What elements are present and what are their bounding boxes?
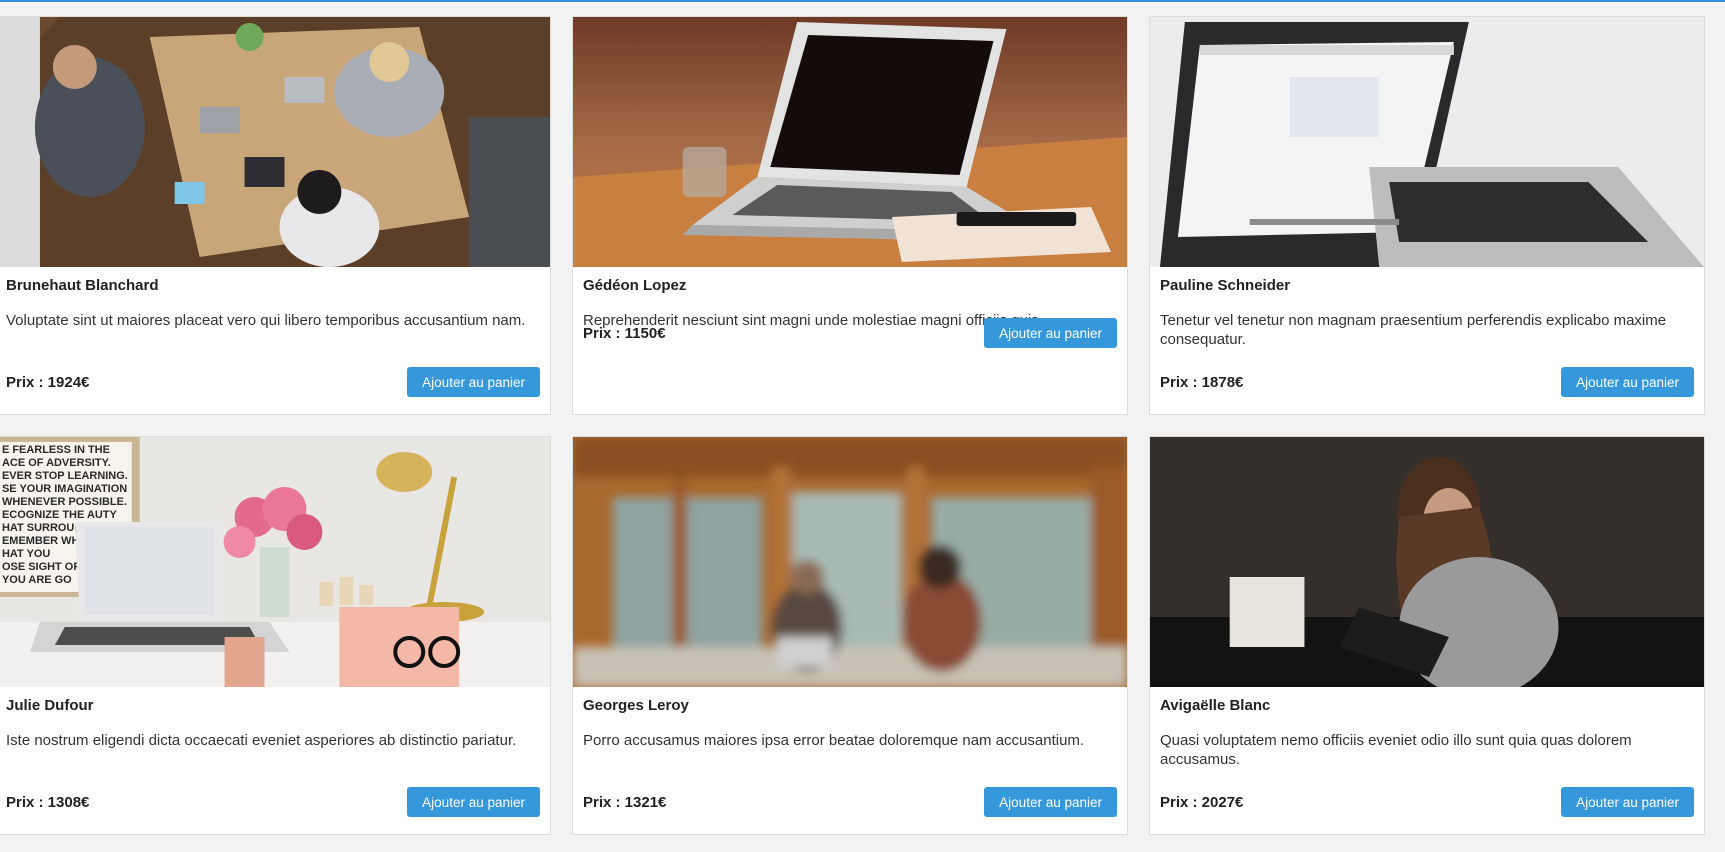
product-image-white-laptop[interactable] xyxy=(1150,17,1704,267)
product-name: Avigaëlle Blanc xyxy=(1160,697,1271,714)
add-to-cart-button[interactable]: Ajouter au panier xyxy=(984,787,1117,817)
add-to-cart-button[interactable]: Ajouter au panier xyxy=(407,367,540,397)
product-price: Prix : 1924€ xyxy=(6,373,90,391)
top-accent-bar xyxy=(0,0,1725,2)
product-image-laptop-on-desk[interactable] xyxy=(573,17,1127,267)
poster-text-line: WHENEVER POSSIBLE. xyxy=(2,496,127,508)
poster-text-line: EMEMBER WH xyxy=(2,535,79,547)
poster-text-line: HAT SURROUN xyxy=(2,522,82,534)
product-card: Pauline Schneider Tenetur vel tenetur no… xyxy=(1149,16,1705,415)
product-name: Julie Dufour xyxy=(6,697,94,714)
product-image-blurred-cafe[interactable] xyxy=(573,437,1127,687)
poster-text-line: E FEARLESS IN THE xyxy=(2,444,110,456)
product-name: Gédéon Lopez xyxy=(583,277,687,294)
product-description: Iste nostrum eligendi dicta occaecati ev… xyxy=(6,732,517,749)
product-name: Georges Leroy xyxy=(583,697,689,714)
product-card: Georges Leroy Porro accusamus maiores ip… xyxy=(572,436,1128,835)
poster-text-line: YOU ARE GO xyxy=(2,574,72,586)
product-name: Pauline Schneider xyxy=(1160,277,1291,294)
product-card: E FEARLESS IN THE ACE OF ADVERSITY. EVER S… xyxy=(0,436,551,835)
product-description: Tenetur vel tenetur non magnam praesenti… xyxy=(1160,312,1667,348)
add-to-cart-button[interactable]: Ajouter au panier xyxy=(1561,367,1694,397)
add-to-cart-button[interactable]: Ajouter au panier xyxy=(1561,787,1694,817)
product-price: Prix : 2027€ xyxy=(1160,793,1244,811)
product-image-office-meeting[interactable] xyxy=(0,17,550,267)
product-footer: Prix : 1308€ Ajouter au panier xyxy=(6,787,540,817)
product-footer: Prix : 1924€ Ajouter au panier xyxy=(6,367,540,397)
add-to-cart-button[interactable]: Ajouter au panier xyxy=(984,318,1117,348)
product-grid: Brunehaut Blanchard Voluptate sint ut ma… xyxy=(0,16,1725,835)
poster-text-line: ACE OF ADVERSITY. xyxy=(2,457,111,469)
product-footer: Prix : 2027€ Ajouter au panier xyxy=(1160,787,1694,817)
product-price: Prix : 1308€ xyxy=(6,793,90,811)
product-footer: Prix : 1321€ Ajouter au panier xyxy=(583,787,1117,817)
product-price: Prix : 1321€ xyxy=(583,793,667,811)
product-name: Brunehaut Blanchard xyxy=(6,277,159,294)
product-footer: Prix : 1878€ Ajouter au panier xyxy=(1160,367,1694,397)
product-card: Gédéon Lopez Reprehenderit nesciunt sint… xyxy=(572,16,1128,415)
product-description: Voluptate sint ut maiores placeat vero q… xyxy=(6,312,526,329)
product-description: Porro accusamus maiores ipsa error beata… xyxy=(583,732,1085,749)
poster-text-line: SE YOUR IMAGINATION xyxy=(2,483,127,495)
product-price: Prix : 1150€ xyxy=(583,324,666,342)
product-card: Avigaëlle Blanc Quasi voluptatem nemo of… xyxy=(1149,436,1705,835)
poster-text-line: EVER STOP LEARNING. xyxy=(2,470,128,482)
product-footer: Prix : 1150€ Ajouter au panier xyxy=(583,318,1117,348)
poster-text-line: OSE SIGHT OF xyxy=(2,561,80,573)
product-image-woman-tablet[interactable] xyxy=(1150,437,1704,687)
poster-text-line: ECOGNIZE THE AUTY xyxy=(2,509,118,521)
add-to-cart-button[interactable]: Ajouter au panier xyxy=(407,787,540,817)
product-price: Prix : 1878€ xyxy=(1160,373,1244,391)
product-description: Quasi voluptatem nemo officiis eveniet o… xyxy=(1160,732,1632,768)
poster-text-line: HAT YOU xyxy=(2,548,50,560)
product-image-desk-flowers-laptop[interactable]: E FEARLESS IN THE ACE OF ADVERSITY. EVER S… xyxy=(0,437,550,687)
product-card: Brunehaut Blanchard Voluptate sint ut ma… xyxy=(0,16,551,415)
